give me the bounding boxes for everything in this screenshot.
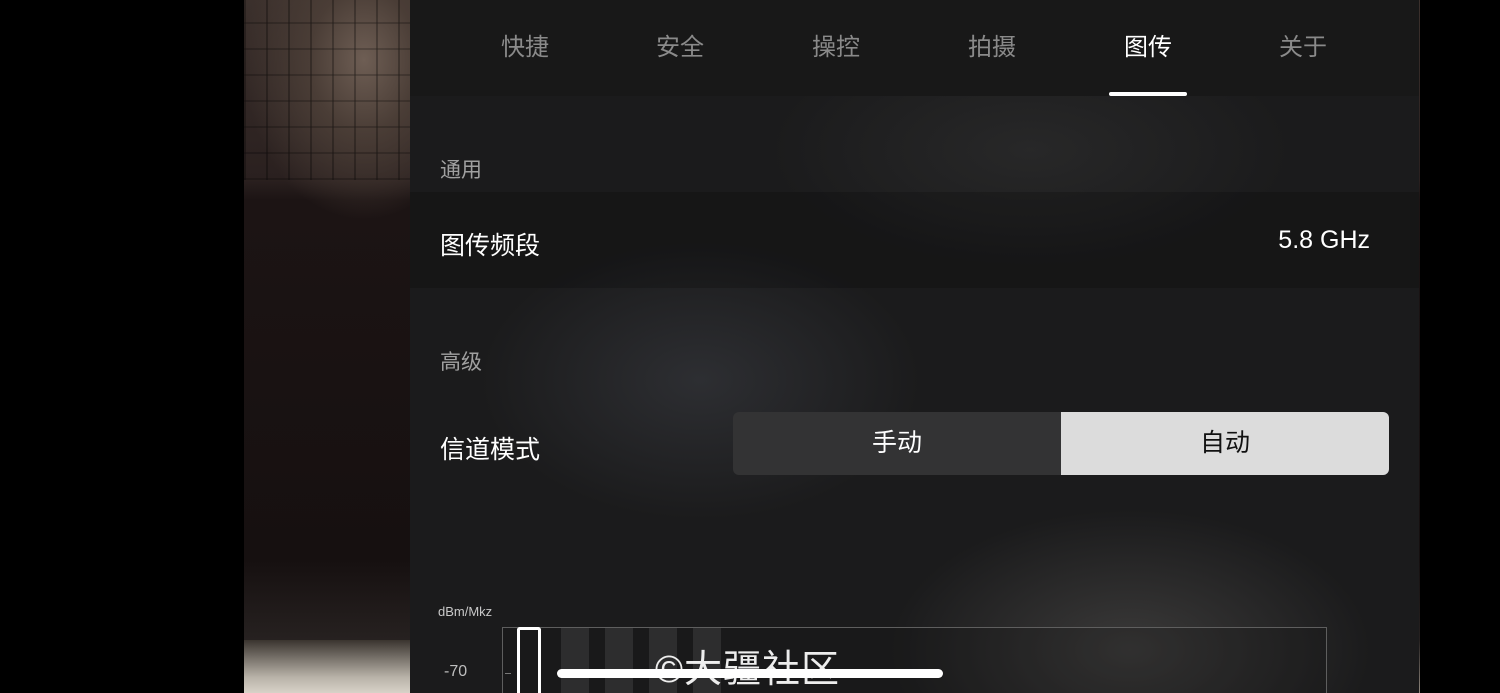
tab-label: 安全 (656, 34, 704, 61)
watermark-text: ©大疆社区 (655, 638, 840, 693)
tab-control[interactable]: 操控 (776, 0, 896, 96)
channel-mode-auto-button[interactable]: 自动 (1061, 412, 1389, 475)
transmission-band-label: 图传频段 (440, 232, 541, 260)
tab-about[interactable]: 关于 (1243, 0, 1363, 96)
spectrum-y-tick: -70 (444, 663, 468, 680)
camera-feed-detail (244, 0, 410, 180)
settings-panel: 快捷 安全 操控 拍摄 图传 关于 通用 图传频段 5.8 GHz 高级 信道模 (410, 0, 1419, 693)
tab-transmission[interactable]: 图传 (1088, 0, 1208, 96)
tab-camera[interactable]: 拍摄 (932, 0, 1052, 96)
camera-feed-floor (244, 640, 410, 693)
selected-channel-marker[interactable] (517, 627, 541, 693)
active-tab-indicator (1109, 92, 1187, 96)
spectrum-unit-label: dBm/Mkz (438, 604, 493, 619)
channel-mode-label: 信道模式 (440, 436, 541, 464)
channel-mode-segmented-control: 手动 自动 (733, 412, 1389, 475)
app-screen: 快捷 安全 操控 拍摄 图传 关于 通用 图传频段 5.8 GHz 高级 信道模 (0, 0, 1500, 693)
spectrum-bar (561, 628, 589, 693)
transmission-band-row[interactable] (410, 192, 1419, 288)
channel-mode-manual-button[interactable]: 手动 (733, 412, 1061, 475)
spectrum-chart (502, 627, 1327, 693)
spectrum-bar (605, 628, 633, 693)
tab-shortcuts[interactable]: 快捷 (465, 0, 585, 96)
section-label-general: 通用 (440, 159, 482, 182)
tab-label: 图传 (1124, 34, 1172, 61)
settings-tab-bar: 快捷 安全 操控 拍摄 图传 关于 (410, 0, 1419, 96)
tab-label: 快捷 (501, 34, 549, 61)
tab-label: 操控 (812, 34, 860, 61)
transmission-band-value[interactable]: 5.8 GHz (1278, 226, 1370, 255)
section-label-advanced: 高级 (440, 351, 482, 374)
tab-label: 拍摄 (968, 34, 1016, 61)
home-indicator-bar[interactable] (557, 669, 943, 678)
tab-safety[interactable]: 安全 (620, 0, 740, 96)
tab-label: 关于 (1279, 34, 1327, 61)
